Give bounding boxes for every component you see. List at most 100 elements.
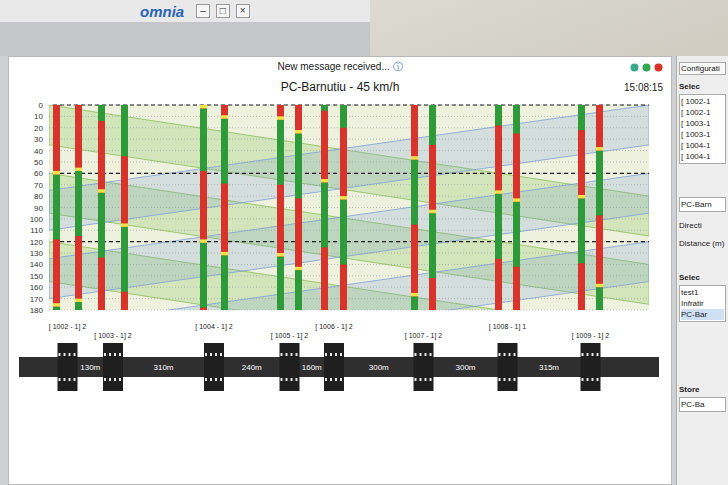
signal-bar[interactable] [495,105,502,310]
map-view[interactable] [370,0,728,56]
signal-bar[interactable] [277,105,284,310]
y-tick: 80 [34,192,43,201]
signal-bar[interactable] [596,105,603,310]
signal-bar[interactable] [200,105,207,310]
green-phase [495,194,502,259]
yellow-phase [596,147,603,150]
red-phase [295,105,302,310]
status-dot-icon[interactable] [642,63,651,72]
app-logo[interactable]: omnia [140,3,184,20]
yellow-phase [98,189,105,192]
signal-list-item[interactable]: [ 1004-1 [681,140,724,151]
signal-bar[interactable] [121,105,128,310]
yellow-phase [321,179,328,182]
intersection[interactable]: [ 1003 - 1] 2 [94,332,131,391]
status-dot-icon[interactable] [654,63,663,72]
green-phase [596,151,603,216]
intersection-label: [ 1007 - 1] 2 [405,332,442,340]
intersection[interactable]: [ 1008 - 1] 1 [489,323,526,391]
grid-line [49,241,649,242]
plan-list: test1InfratirPC-Bar [679,285,726,322]
green-phase [495,105,502,126]
grid-line [49,150,649,151]
window-control-button[interactable]: □ [216,4,230,18]
signal-bar[interactable] [53,105,60,310]
red-phase [513,105,520,310]
green-phase [121,105,128,156]
signal-bar[interactable] [513,105,520,310]
green-phase [75,171,82,236]
plan-list-item[interactable]: test1 [681,287,724,298]
cycle-line [53,173,649,174]
message-text[interactable]: New message received... ⓘ [277,60,402,74]
chart-title: PC-Barnutiu - 45 km/h [281,80,400,94]
intersection[interactable]: [ 1005 - 1] 2 [271,332,308,391]
route-field[interactable]: PC-Barn [679,197,726,212]
intersection-label: [ 1004 - 1] 2 [195,323,232,331]
signal-list-item[interactable]: [ 1004-1 [681,151,724,162]
yellow-phase [75,168,82,171]
plan-list-item[interactable]: Infratir [681,298,724,309]
distance-label: 310m [153,363,173,372]
intersection[interactable]: [ 1004 - 1] 2 [195,323,232,391]
signal-bar[interactable] [411,105,418,310]
yellow-phase [277,116,284,119]
signal-bar[interactable] [75,105,82,310]
intersection-label: [ 1005 - 1] 2 [271,332,308,340]
green-phase [98,105,105,121]
window-control-button[interactable]: × [236,4,250,18]
grid-line [49,287,649,288]
red-phase [495,105,502,310]
signal-list-item[interactable]: [ 1002-1 [681,96,724,107]
green-phase [200,108,207,171]
configuration-tab[interactable]: Configurati [679,62,726,75]
configuration-panel: ConfiguratiSelec[ 1002-1[ 1002-1[ 1003-1… [676,56,728,485]
yellow-phase [429,210,436,213]
store-field[interactable]: PC-Ba [679,397,726,412]
intersection[interactable]: [ 1007 - 1] 2 [405,332,442,391]
green-phase [578,105,585,130]
signal-list-item[interactable]: [ 1003-1 [681,129,724,140]
section-heading: Store [679,385,726,394]
yellow-phase [75,299,82,302]
status-dot-icon[interactable] [630,63,639,72]
window-control-button[interactable]: – [196,4,210,18]
green-phase [221,119,228,184]
y-tick: 140 [30,260,44,269]
grid-line [49,105,649,106]
signal-bar[interactable] [321,105,328,310]
desktop-strip: omnia–□ × [0,0,370,56]
signal-list-item[interactable]: [ 1003-1 [681,118,724,129]
green-phase [596,287,603,310]
green-phase [411,296,418,310]
info-icon[interactable]: ⓘ [393,61,403,72]
signal-bar[interactable] [221,105,228,310]
signal-bar[interactable] [98,105,105,310]
grid-line [49,196,649,197]
chart-panel: New message received... ⓘ PC-Barnutiu - 4… [8,56,672,485]
intersection[interactable]: [ 1009 - 1] 2 [572,332,609,391]
red-phase [221,105,228,310]
green-phase [200,243,207,308]
plan-list-item[interactable]: PC-Bar [681,309,724,320]
red-phase [200,105,207,310]
signal-bar[interactable] [578,105,585,310]
signal-bar[interactable] [429,105,436,310]
corridor-map[interactable]: [ 1002 - 1] 2[ 1003 - 1] 2 [ 1004 - 1] 2 [… [19,317,659,403]
red-phase [75,105,82,310]
green-phase [221,255,228,310]
intersection-label: [ 1006 - 1] 2 [315,323,352,331]
green-phase [321,182,328,247]
chart-body: 0102030405060708090100110120130140150160… [9,97,671,403]
green-phase [295,133,302,198]
intersection[interactable]: [ 1006 - 1] 2 [315,323,352,391]
intersection[interactable]: [ 1002 - 1] 2 [49,323,86,391]
signal-bar[interactable] [295,105,302,310]
y-tick: 160 [30,283,44,292]
time-space-diagram[interactable]: 0102030405060708090100110120130140150160… [19,97,659,317]
yellow-phase [221,252,228,255]
y-tick: 40 [34,147,43,156]
signal-list-item[interactable]: [ 1002-1 [681,107,724,118]
yellow-phase [513,198,520,201]
signal-bar[interactable] [340,105,347,310]
